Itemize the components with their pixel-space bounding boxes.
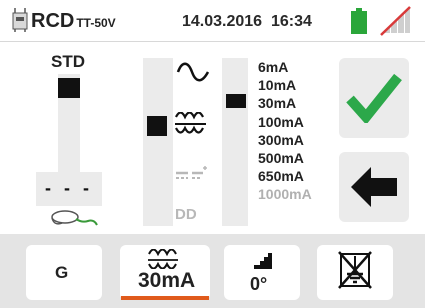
tab-g-label: G [55,263,69,282]
tab-wave-label: 30mA [138,269,196,292]
rcd-device-icon [10,7,30,38]
std-slider-knob[interactable] [58,78,80,98]
current-item[interactable]: 650mA [258,167,312,185]
current-item[interactable]: 100mA [258,113,312,131]
no-earth-icon [337,250,373,299]
confirm-button[interactable] [339,58,409,138]
waveform-slider[interactable] [143,58,173,226]
current-item[interactable]: 500mA [258,149,312,167]
dd-wave-label[interactable]: DD [175,206,197,223]
dc-smooth-wave-icon[interactable] [174,165,208,188]
back-button[interactable] [339,152,409,222]
current-item[interactable]: 300mA [258,131,312,149]
function-title: RCD TT-50V [31,10,116,33]
battery-icon [351,8,367,39]
active-tab-indicator [121,296,209,300]
std-label: STD [51,52,85,71]
current-list: 6mA 10mA 30mA 100mA 300mA 500mA 650mA 10… [258,58,312,204]
header-bar: RCD TT-50V 14.03.2016 16:34 [0,0,425,42]
ac-sine-wave-icon[interactable] [176,62,210,87]
current-slider[interactable] [222,58,248,226]
waveform-slider-knob[interactable] [147,116,167,136]
function-title-sub: TT-50V [76,16,116,30]
test-lead-clamp-icon[interactable] [48,208,98,235]
current-slider-knob[interactable] [226,94,246,108]
checkmark-icon [346,73,402,123]
current-item-disabled: 1000mA [258,186,312,203]
current-item[interactable]: 30mA [258,94,312,112]
ramp-icon [252,251,274,276]
pulsed-wave-icon[interactable] [173,111,209,139]
current-item[interactable]: 6mA [258,58,312,76]
no-signal-icon [378,5,412,42]
date-time: 14.03.2016 16:34 [182,13,312,30]
function-title-main: RCD [31,10,75,32]
current-item[interactable]: 10mA [258,76,312,94]
tab-ramp-label: 0° [250,274,268,294]
arrow-left-icon [351,167,397,207]
dash-label: - - - [45,178,93,198]
